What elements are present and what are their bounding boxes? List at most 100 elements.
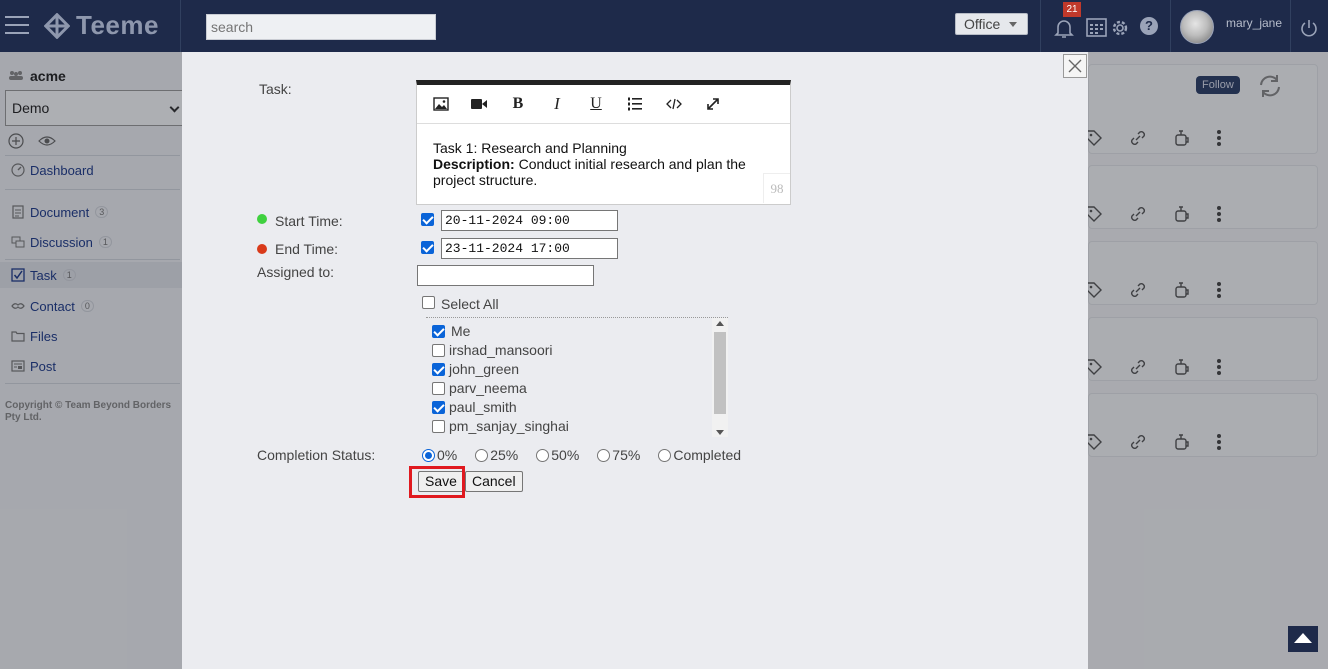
- divider: [180, 0, 181, 52]
- username[interactable]: mary_jane: [1226, 16, 1282, 30]
- start-time-input[interactable]: [441, 210, 618, 231]
- editor-content[interactable]: Task 1: Research and Planning Descriptio…: [433, 140, 763, 188]
- select-all-checkbox[interactable]: [422, 296, 435, 309]
- calendar-icon[interactable]: [1085, 16, 1109, 40]
- divider: [1290, 0, 1291, 52]
- avatar[interactable]: [1180, 10, 1214, 44]
- completion-status-label: Completion Status:: [257, 447, 376, 463]
- fullscreen-icon: [707, 98, 719, 110]
- end-status-dot: [257, 244, 267, 254]
- italic-icon[interactable]: I: [547, 94, 567, 114]
- close-button[interactable]: [1063, 54, 1087, 78]
- option-label: 75%: [612, 447, 641, 463]
- search-input[interactable]: [206, 14, 436, 40]
- description-label: Description:: [433, 156, 515, 172]
- end-time-checkbox[interactable]: [421, 241, 434, 254]
- assigned-to-label: Assigned to:: [257, 264, 335, 280]
- user-name: Me: [451, 323, 471, 339]
- task-title-text: Task 1: Research and Planning: [433, 140, 627, 156]
- fullscreen-button[interactable]: [703, 94, 723, 114]
- list-item[interactable]: Me: [432, 323, 470, 339]
- scrollbar-thumb[interactable]: [714, 332, 726, 414]
- list-item[interactable]: paul_smith: [432, 399, 517, 415]
- start-status-dot: [257, 214, 267, 224]
- completion-status-options: 0% 25% 50% 75% Completed: [422, 447, 759, 463]
- top-bar: Teeme Office 21 ? mary_jane: [0, 0, 1328, 52]
- image-icon: [433, 97, 449, 111]
- assigned-to-input[interactable]: [417, 265, 594, 286]
- teeme-logo-icon: [44, 12, 70, 39]
- cancel-button[interactable]: Cancel: [465, 471, 523, 492]
- start-time-checkbox[interactable]: [421, 213, 434, 226]
- completion-option-75[interactable]: 75%: [597, 447, 640, 463]
- user-name: parv_neema: [449, 380, 527, 396]
- list-item[interactable]: john_green: [432, 361, 519, 377]
- brand-name: Teeme: [76, 10, 159, 40]
- power-icon[interactable]: [1300, 19, 1318, 37]
- workspace-value: Office: [964, 16, 1001, 32]
- user-checkbox[interactable]: [432, 381, 445, 395]
- list-item[interactable]: pm_sanjay_singhai: [432, 418, 569, 434]
- option-label: 25%: [490, 447, 519, 463]
- rich-text-editor[interactable]: B I U Task 1: Research and Planning Desc…: [416, 80, 791, 205]
- radio-button[interactable]: [536, 448, 550, 462]
- list-item[interactable]: parv_neema: [432, 380, 527, 396]
- menu-icon[interactable]: [5, 12, 29, 34]
- divider: [1040, 0, 1041, 52]
- list-item[interactable]: irshad_mansoori: [432, 342, 553, 358]
- scroll-down-icon[interactable]: [716, 430, 724, 435]
- user-name: paul_smith: [449, 399, 517, 415]
- assignee-list[interactable]: Me irshad_mansoori john_green parv_neema…: [426, 317, 728, 437]
- chevron-down-icon: [1009, 22, 1017, 27]
- select-all-label[interactable]: Select All: [441, 296, 499, 312]
- brand-logo[interactable]: Teeme: [44, 10, 159, 41]
- user-checkbox[interactable]: [432, 324, 445, 338]
- radio-button[interactable]: [422, 448, 435, 462]
- list-scrollbar[interactable]: [712, 318, 728, 437]
- task-label: Task:: [259, 81, 292, 97]
- radio-button[interactable]: [597, 448, 611, 462]
- end-time-label: End Time:: [275, 241, 339, 257]
- radio-button[interactable]: [475, 448, 489, 462]
- user-name: pm_sanjay_singhai: [449, 418, 569, 434]
- option-label: 50%: [551, 447, 580, 463]
- completion-option-0[interactable]: 0%: [422, 447, 457, 463]
- completion-option-25[interactable]: 25%: [475, 447, 518, 463]
- user-name: irshad_mansoori: [449, 342, 553, 358]
- completion-option-completed[interactable]: Completed: [658, 447, 741, 463]
- completion-option-50[interactable]: 50%: [536, 447, 579, 463]
- radio-button[interactable]: [658, 448, 672, 462]
- close-icon: [1068, 59, 1082, 73]
- gear-icon[interactable]: [1108, 16, 1132, 40]
- option-label: Completed: [673, 447, 742, 463]
- insert-video-button[interactable]: [469, 94, 489, 114]
- scroll-to-top-button[interactable]: [1288, 626, 1318, 652]
- insert-image-button[interactable]: [431, 94, 451, 114]
- user-checkbox[interactable]: [432, 343, 445, 357]
- start-time-label: Start Time:: [275, 213, 343, 229]
- ordered-list-button[interactable]: [625, 94, 645, 114]
- edit-task-modal: Task: B I U Task 1: Research and Plannin…: [182, 52, 1088, 669]
- notification-badge: 21: [1063, 2, 1081, 17]
- user-checkbox[interactable]: [432, 400, 445, 414]
- code-view-button[interactable]: [664, 94, 684, 114]
- user-checkbox[interactable]: [432, 419, 445, 433]
- code-icon: [666, 98, 682, 110]
- end-time-input[interactable]: [441, 238, 618, 259]
- workspace-select[interactable]: Office: [955, 13, 1028, 35]
- option-label: 0%: [437, 447, 458, 463]
- bold-icon[interactable]: B: [508, 94, 528, 114]
- character-count: 98: [763, 173, 790, 203]
- bell-icon[interactable]: [1052, 16, 1076, 40]
- scroll-up-icon[interactable]: [716, 321, 724, 326]
- editor-toolbar: B I U: [417, 85, 790, 124]
- help-icon[interactable]: ?: [1140, 17, 1158, 35]
- list-icon: [628, 97, 642, 111]
- video-icon: [471, 99, 487, 109]
- task-description: Description: Conduct initial research an…: [433, 156, 763, 188]
- user-checkbox[interactable]: [432, 362, 445, 376]
- underline-icon[interactable]: U: [586, 94, 606, 114]
- divider: [1170, 0, 1171, 52]
- user-name: john_green: [449, 361, 520, 377]
- save-button-highlight: [409, 466, 465, 498]
